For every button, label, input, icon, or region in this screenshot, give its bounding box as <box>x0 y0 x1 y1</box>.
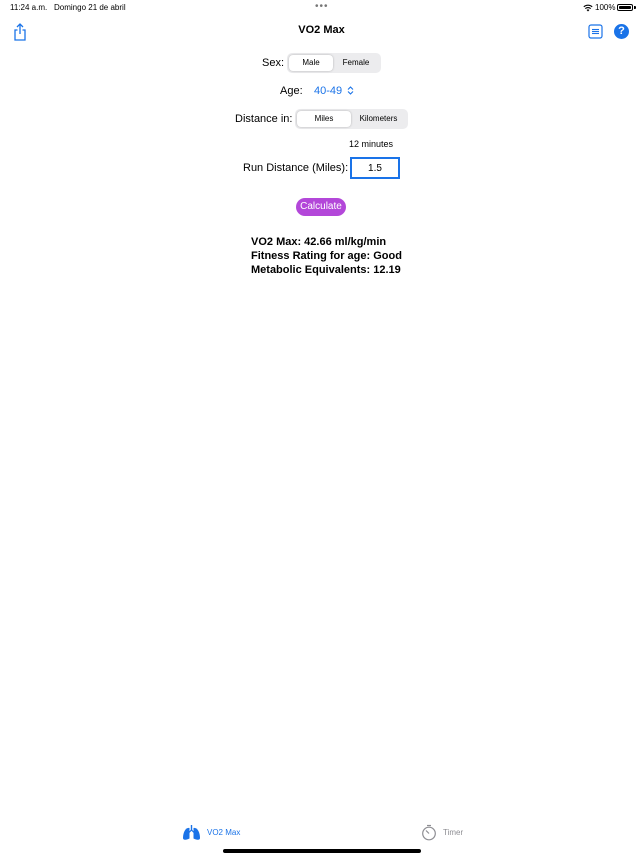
battery-icon <box>617 4 633 11</box>
metabolic-equivalents-result: Metabolic Equivalents: 12.19 <box>251 264 401 276</box>
lungs-icon <box>183 825 200 840</box>
tab-timer-label: Timer <box>443 828 464 837</box>
home-indicator[interactable] <box>223 849 421 853</box>
distance-option-kilometers[interactable]: Kilometers <box>351 111 406 127</box>
page-title: VO2 Max <box>298 24 345 36</box>
fitness-rating-result: Fitness Rating for age: Good <box>251 250 402 262</box>
status-time: 11:24 a.m. <box>10 3 48 12</box>
tab-vo2-max-label: VO2 Max <box>207 828 241 837</box>
tab-timer[interactable]: Timer <box>421 824 463 841</box>
wifi-icon <box>583 4 593 12</box>
sex-segmented-control: Male Female <box>287 53 381 73</box>
age-label: Age: <box>280 85 303 97</box>
sex-label: Sex: <box>262 57 285 69</box>
distance-unit-segmented-control: Miles Kilometers <box>295 109 408 129</box>
sex-option-male[interactable]: Male <box>289 55 333 71</box>
calculate-button[interactable]: Calculate <box>296 198 346 216</box>
sex-option-female[interactable]: Female <box>333 55 379 71</box>
run-distance-input[interactable] <box>350 157 400 179</box>
age-picker[interactable]: 40-49 <box>314 85 354 97</box>
help-button[interactable]: ? <box>614 24 629 39</box>
distance-in-label: Distance in: <box>235 113 293 125</box>
tab-vo2-max[interactable]: VO2 Max <box>182 824 240 841</box>
list-icon[interactable] <box>588 24 603 39</box>
chevron-up-down-icon <box>347 86 354 95</box>
distance-option-miles[interactable]: Miles <box>297 111 351 127</box>
duration-text: 12 minutes <box>349 139 394 149</box>
run-distance-label: Run Distance (Miles): <box>243 162 349 174</box>
battery-percent: 100% <box>595 3 616 12</box>
stopwatch-icon <box>422 824 436 841</box>
vo2-result: VO2 Max: 42.66 ml/kg/min <box>251 236 387 248</box>
status-date: Domingo 21 de abril <box>54 3 126 12</box>
multitasking-dots-icon[interactable]: ••• <box>315 1 329 12</box>
battery-tip <box>634 6 636 9</box>
age-value: 40-49 <box>314 85 343 97</box>
